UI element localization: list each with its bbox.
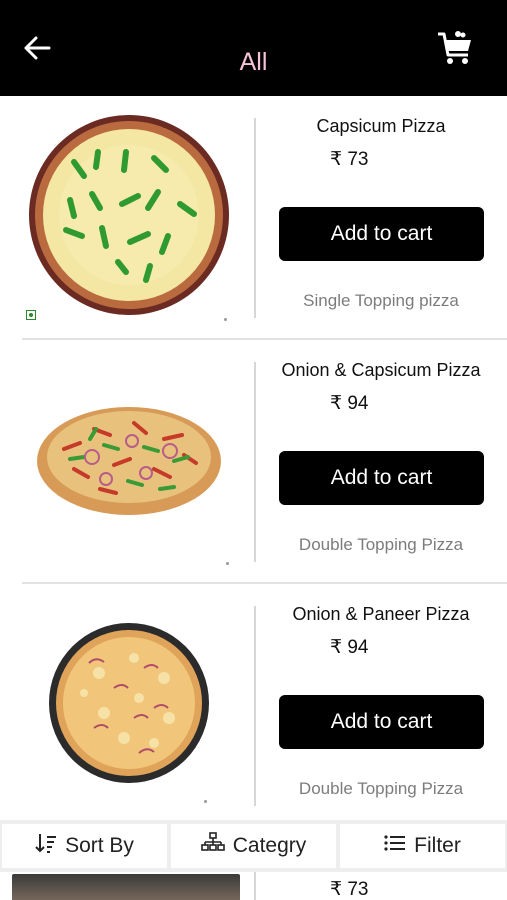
add-to-cart-button[interactable]: Add to cart: [279, 207, 484, 261]
onion-paneer-pizza-image[interactable]: [24, 598, 234, 808]
product-category: Single Topping pizza: [303, 291, 459, 310]
sort-by-button[interactable]: Sort By: [2, 824, 167, 868]
filter-label: Filter: [414, 834, 461, 857]
category-tree-icon: [200, 832, 225, 860]
vertical-divider: [254, 872, 256, 900]
product-price: ₹ 73: [330, 879, 369, 900]
bottom-action-bar: Sort By Categry Filter: [0, 820, 507, 872]
product-price: ₹ 73: [330, 149, 369, 170]
veg-indicator-icon: [26, 310, 36, 320]
vertical-divider: [254, 362, 256, 562]
product-name: Onion & Capsicum Pizza: [281, 360, 481, 380]
pizza-image[interactable]: [12, 874, 240, 900]
add-to-cart-button[interactable]: Add to cart: [279, 451, 484, 505]
product-price: ₹ 94: [330, 393, 369, 414]
vertical-divider: [254, 606, 256, 806]
back-arrow-icon[interactable]: [22, 33, 52, 63]
product-card: Onion & Capsicum Pizza ₹ 94 Add to cart …: [0, 340, 507, 584]
product-name: Onion & Paneer Pizza: [292, 604, 470, 624]
product-price: ₹ 94: [330, 637, 369, 658]
category-button[interactable]: Categry: [171, 824, 336, 868]
category-label: Categry: [232, 834, 307, 857]
product-card: Capsicum Pizza ₹ 73 Add to cart Single T…: [0, 96, 507, 340]
decor-dot: [224, 318, 227, 321]
product-name: Capsicum Pizza: [316, 116, 446, 136]
shopping-cart-icon[interactable]: [435, 28, 475, 68]
onion-capsicum-pizza-image[interactable]: [24, 354, 234, 564]
decor-dot: [204, 800, 207, 803]
filter-list-icon: [384, 834, 406, 858]
sort-icon: [35, 832, 57, 860]
product-category: Double Topping Pizza: [298, 535, 464, 554]
product-category: Double Topping Pizza: [298, 779, 464, 798]
product-list[interactable]: Capsicum Pizza ₹ 73 Add to cart Single T…: [0, 96, 507, 820]
decor-dot: [226, 562, 229, 565]
page-title: All: [239, 48, 268, 76]
capsicum-pizza-image[interactable]: [24, 110, 234, 320]
sort-by-label: Sort By: [65, 834, 134, 857]
add-to-cart-button[interactable]: Add to cart: [279, 695, 484, 749]
vertical-divider: [254, 118, 256, 318]
product-card: Onion & Paneer Pizza ₹ 94 Add to cart Do…: [0, 584, 507, 820]
next-product-peek: ₹ 73: [0, 872, 507, 900]
filter-button[interactable]: Filter: [340, 824, 505, 868]
